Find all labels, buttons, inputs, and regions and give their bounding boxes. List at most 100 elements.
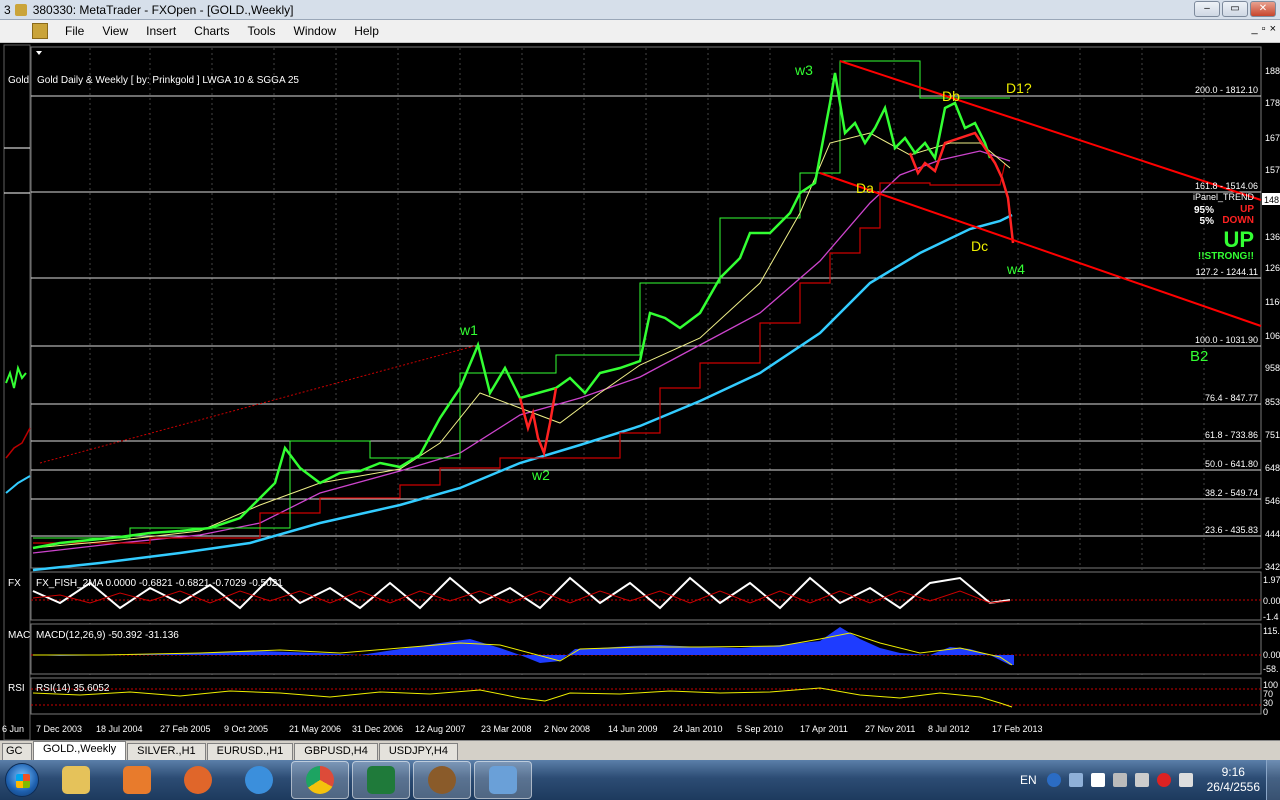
minimize-button[interactable]: – [1194,1,1220,17]
price-tick: 444 [1265,529,1280,539]
mdi-close-button[interactable]: × [1270,23,1276,35]
rsi-axis-0: 0 [1263,707,1268,717]
language-indicator[interactable]: EN [1020,773,1037,787]
ipanel-pct-up: 95% [1194,205,1214,216]
price-tick: 853 [1265,397,1280,407]
ipanel-up-big: UP [1223,227,1254,252]
metatrader-icon [14,3,27,16]
fx-axis-mid: 0.00 [1263,596,1280,606]
mdi-restore-button[interactable]: ▫ [1262,23,1266,35]
taskbar-internet-explorer[interactable] [230,761,288,799]
wave-label-da: Da [856,180,874,196]
fib-label-161: 161.8 - 1514.06 [1195,181,1258,191]
paint-icon [489,766,517,794]
network-icon[interactable] [1134,773,1149,787]
menu-charts[interactable]: Charts [185,22,238,40]
window-title: 380330: MetaTrader - FXOpen - [GOLD.,Wee… [32,2,294,17]
time-tick: 9 Oct 2005 [224,724,268,734]
start-button[interactable] [0,760,44,800]
folder-icon [62,766,90,794]
power-icon[interactable] [1112,773,1127,787]
tray-expand-icon[interactable] [1068,773,1083,787]
time-tick: 5 Sep 2010 [737,724,783,734]
taskbar-chrome[interactable] [291,761,349,799]
fx-indicator-label: FX_FISH_2MA 0.0000 -0.6821 -0.6821 -0.70… [36,578,283,589]
menu-tools[interactable]: Tools [239,22,285,40]
symbol-label: Gold [8,75,29,86]
ipanel-pct-down: 5% [1200,216,1215,227]
wave-label-w2: w2 [531,467,550,483]
price-tick: 546 [1265,496,1280,506]
time-tick: 14 Jun 2009 [608,724,658,734]
time-tick: 23 Mar 2008 [481,724,532,734]
fx-axis-top: 1.97 [1263,575,1280,585]
macd-axis-bottom: -58. [1263,664,1279,674]
close-button[interactable]: ✕ [1250,1,1276,17]
fx-axis-bottom: -1.4 [1263,612,1279,622]
price-tick: 1780 [1265,98,1280,108]
fib-label-76: 76.4 - 847.77 [1205,393,1258,403]
chart-window-icon[interactable] [32,23,48,39]
clock-date: 26/4/2556 [1206,780,1260,794]
fib-label-23: 23.6 - 435.83 [1205,525,1258,535]
excel-icon [367,766,395,794]
flag-icon[interactable] [1090,773,1105,787]
macd-indicator-label: MACD(12,26,9) -50.392 -31.136 [36,630,179,641]
chart-tabs: GC GOLD.,Weekly SILVER.,H1 EURUSD.,H1 GB… [0,740,1280,760]
time-tick: 24 Jan 2010 [673,724,723,734]
title-prefix: 3 [4,2,11,17]
maximize-button[interactable]: ▭ [1222,1,1248,17]
chrome-icon [306,766,334,794]
wave-label-dc: Dc [971,238,988,254]
taskbar-paint[interactable] [474,761,532,799]
tab-gc[interactable]: GC [2,743,32,760]
tab-eurusd-h1[interactable]: EURUSD.,H1 [206,743,294,760]
macd-axis-mid: 0.00 [1263,650,1280,660]
price-tick: 1060 [1265,331,1280,341]
fx-short-label: FX [8,578,21,589]
time-tick: 27 Nov 2011 [865,724,915,734]
tab-gbpusd-h4[interactable]: GBPUSD,H4 [294,743,378,760]
price-tick: 1260 [1265,263,1280,273]
wave-label-b2: B2 [1190,348,1208,365]
chart-area[interactable]: Gold Gold Daily & Weekly [ by: Prinkgold… [0,43,1280,740]
internet-explorer-icon [245,766,273,794]
time-tick: 8 Jul 2012 [928,724,970,734]
taskbar-media-player[interactable] [108,761,166,799]
taskbar: EN 9:16 26/4/2556 [0,760,1280,800]
ipanel-up-small: UP [1240,204,1254,215]
stop-icon[interactable] [1156,773,1171,787]
volume-icon[interactable] [1178,773,1193,787]
time-tick: 2 Nov 2008 [544,724,590,734]
taskbar-firefox[interactable] [169,761,227,799]
menu-view[interactable]: View [93,22,137,40]
tab-usdjpy-h4[interactable]: USDJPY,H4 [378,743,458,760]
tab-silver-h1[interactable]: SILVER.,H1 [127,743,206,760]
fib-label-200: 200.0 - 1812.10 [1195,85,1258,95]
time-tick: 18 Jul 2004 [96,724,143,734]
menu-insert[interactable]: Insert [137,22,185,40]
price-tick: 342 [1265,562,1280,572]
media-player-icon [123,766,151,794]
clock-time: 9:16 [1221,765,1245,779]
wave-label-db: Db [942,88,960,104]
time-tick: 7 Dec 2003 [36,724,82,734]
clock[interactable]: 9:16 26/4/2556 [1207,765,1260,795]
price-tick: 1880 [1265,66,1280,76]
firefox-icon [184,766,212,794]
mdi-minimize-button[interactable]: _ [1252,23,1258,35]
help-icon[interactable] [1046,773,1061,787]
menu-help[interactable]: Help [345,22,388,40]
taskbar-explorer[interactable] [47,761,105,799]
system-tray: EN 9:16 26/4/2556 [1020,760,1280,800]
time-tick: 17 Feb 2013 [992,724,1043,734]
tab-gold-weekly[interactable]: GOLD.,Weekly [33,741,127,760]
menu-window[interactable]: Window [285,22,346,40]
show-desktop-button[interactable] [1266,760,1280,800]
taskbar-metatrader[interactable] [413,761,471,799]
time-tick: 17 Apr 2011 [800,724,848,734]
time-tick: 12 Aug 2007 [415,724,466,734]
taskbar-excel[interactable] [352,761,410,799]
price-tick: 1360 [1265,232,1280,242]
menu-file[interactable]: File [56,22,93,40]
